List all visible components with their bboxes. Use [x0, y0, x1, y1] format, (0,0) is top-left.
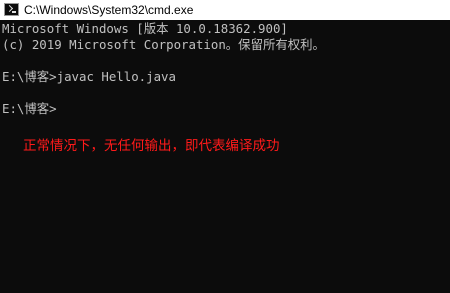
console-line-copyright: (c) 2019 Microsoft Corporation。保留所有权利。 [2, 37, 325, 52]
console-line-version: Microsoft Windows [版本 10.0.18362.900] [2, 21, 288, 36]
console-output[interactable]: Microsoft Windows [版本 10.0.18362.900] (c… [0, 20, 450, 293]
cmd-window: C:\Windows\System32\cmd.exe Microsoft Wi… [0, 0, 450, 293]
window-title: C:\Windows\System32\cmd.exe [24, 3, 194, 17]
cmd-icon[interactable] [4, 3, 19, 16]
console-line-javac-command: E:\博客>javac Hello.java [2, 69, 176, 84]
compile-success-annotation: 正常情况下，无任何输出，即代表编译成功 [23, 138, 280, 154]
console-line-prompt: E:\博客> [2, 101, 57, 116]
title-bar[interactable]: C:\Windows\System32\cmd.exe [0, 0, 450, 20]
